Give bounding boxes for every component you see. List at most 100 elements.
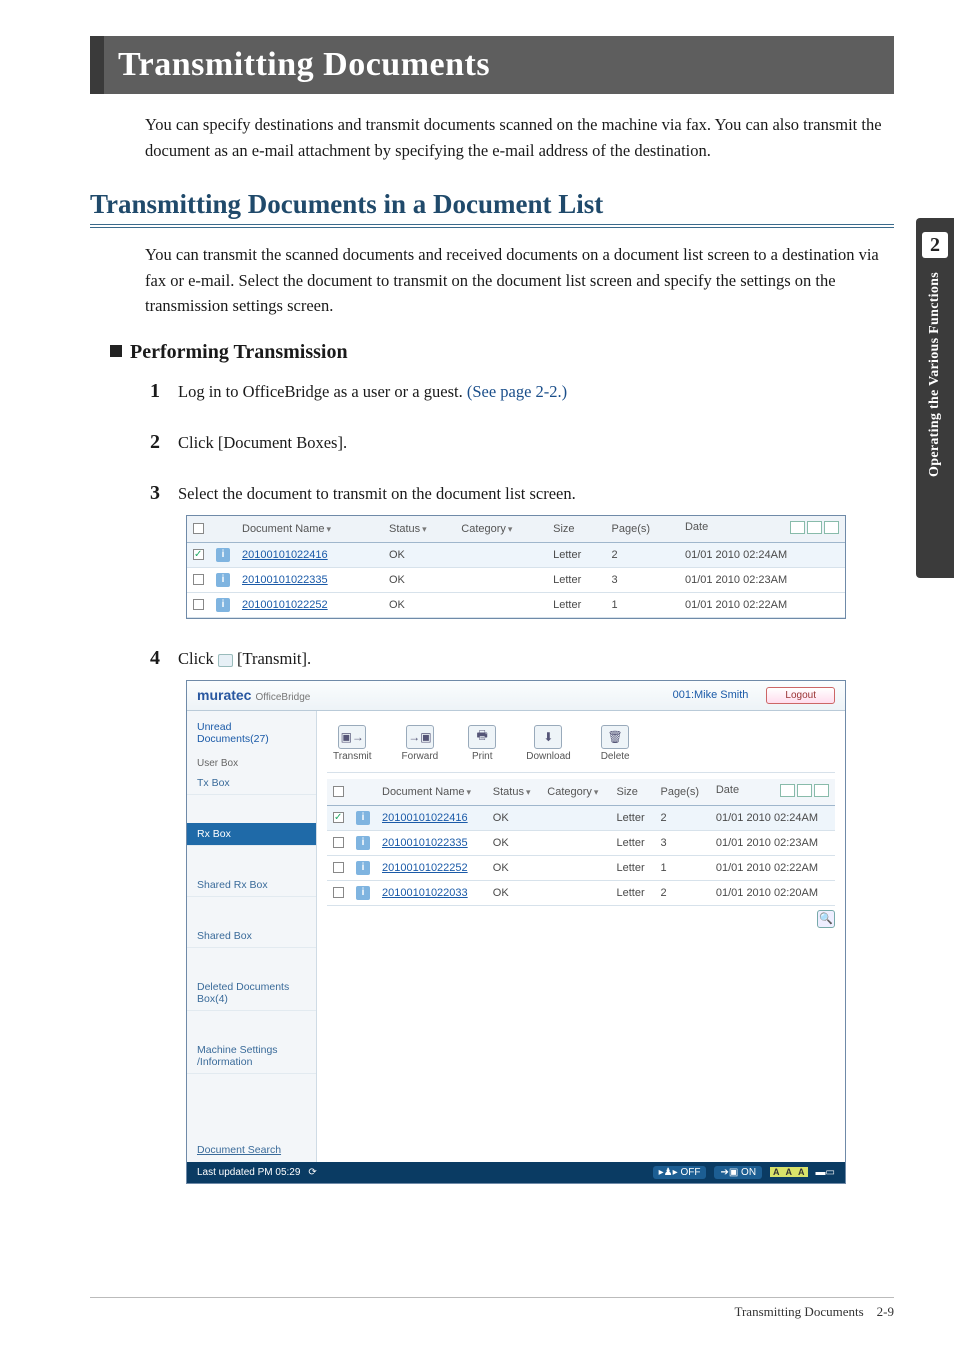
cell-pages: 1: [654, 855, 709, 880]
document-link[interactable]: 20100101022252: [242, 599, 328, 611]
document-link[interactable]: 20100101022416: [382, 812, 468, 824]
document-search-link[interactable]: Document Search: [187, 1144, 316, 1156]
ob-header: muratecOfficeBridge 001:Mike Smith Logou…: [187, 681, 845, 711]
cell-status: OK: [487, 805, 541, 830]
chapter-title-banner: Transmitting Documents: [90, 36, 894, 94]
sidebar-item[interactable]: Shared Box: [187, 925, 316, 948]
page-footer: Transmitting Documents 2-9: [90, 1297, 894, 1320]
status-off[interactable]: ▸♟▸ OFF: [653, 1166, 707, 1179]
step-3-text: Select the document to transmit on the d…: [178, 484, 576, 503]
view-mode-buttons[interactable]: [788, 521, 839, 537]
current-user[interactable]: 001:Mike Smith: [673, 689, 749, 701]
table-row[interactable]: i20100101022416OKLetter201/01 2010 02:24…: [187, 542, 845, 567]
text-size-buttons[interactable]: AAA: [770, 1167, 808, 1178]
table-row[interactable]: i20100101022335OKLetter301/01 2010 02:23…: [187, 567, 845, 592]
col-date[interactable]: Date: [710, 779, 835, 806]
chapter-number: 2: [922, 232, 948, 258]
cell-pages: 2: [654, 880, 709, 905]
select-all-checkbox[interactable]: [193, 523, 204, 534]
row-checkbox[interactable]: [193, 549, 204, 560]
zoom-button[interactable]: 🔍: [817, 910, 835, 928]
info-icon[interactable]: i: [216, 573, 230, 587]
refresh-icon[interactable]: ⟳: [308, 1167, 316, 1178]
cell-date: 01/01 2010 02:24AM: [710, 805, 835, 830]
col-document-name[interactable]: Document Name▾: [236, 516, 383, 543]
row-checkbox[interactable]: [193, 574, 204, 585]
info-icon[interactable]: i: [216, 548, 230, 562]
userbox-label: User Box: [187, 751, 316, 772]
table-row[interactable]: i20100101022335OKLetter301/01 2010 02:23…: [327, 830, 835, 855]
sidebar-item[interactable]: Rx Box: [187, 823, 316, 846]
document-link[interactable]: 20100101022335: [242, 574, 328, 586]
unread-documents-link[interactable]: Unread Documents(27): [187, 721, 316, 751]
info-icon[interactable]: i: [356, 836, 370, 850]
info-icon[interactable]: i: [216, 598, 230, 612]
row-checkbox[interactable]: [333, 887, 344, 898]
select-all-checkbox[interactable]: [333, 786, 344, 797]
volume-icon[interactable]: ▬▭: [816, 1167, 835, 1178]
cell-size: Letter: [611, 855, 655, 880]
table-row[interactable]: i20100101022033OKLetter201/01 2010 02:20…: [327, 880, 835, 905]
document-link[interactable]: 20100101022416: [242, 549, 328, 561]
table-row[interactable]: i20100101022252OKLetter101/01 2010 02:22…: [327, 855, 835, 880]
cell-size: Letter: [547, 567, 605, 592]
cell-category: [455, 567, 547, 592]
ob-footer: Last updated PM 05:29 ⟳ ▸♟▸ OFF ➔▣ ON AA…: [187, 1162, 845, 1183]
subsection-heading: Performing Transmission: [110, 341, 894, 364]
transmit-button[interactable]: ▣→Transmit: [333, 725, 372, 762]
sidebar-item[interactable]: Machine Settings /Information: [187, 1039, 316, 1074]
ob-toolbar: ▣→Transmit →▣ Forward 🖶Print ⬇Download 🗑Delet…: [327, 719, 835, 773]
cell-size: Letter: [547, 542, 605, 567]
cell-pages: 2: [606, 542, 679, 567]
row-checkbox[interactable]: [333, 812, 344, 823]
table-header-row: Document Name▾ Status▾ Category▾ Size Pa…: [187, 516, 845, 543]
col-pages[interactable]: Page(s): [654, 779, 709, 806]
col-category[interactable]: Category▾: [455, 516, 547, 543]
col-date[interactable]: Date: [679, 516, 845, 543]
step-4: 4 Click [Transmit]. muratecOfficeBridge …: [150, 647, 894, 1184]
tool-label: Forward: [402, 751, 439, 762]
info-icon[interactable]: i: [356, 861, 370, 875]
tool-label: Download: [526, 751, 570, 762]
sidebar-item[interactable]: Deleted Documents Box(4): [187, 976, 316, 1011]
print-button[interactable]: 🖶Print: [468, 725, 496, 762]
row-checkbox[interactable]: [333, 837, 344, 848]
info-icon[interactable]: i: [356, 886, 370, 900]
table-header-row: Document Name▾ Status▾ Category▾ Size Pa…: [327, 779, 835, 806]
sidebar-item[interactable]: Shared Rx Box: [187, 874, 316, 897]
col-status[interactable]: Status▾: [487, 779, 541, 806]
download-button[interactable]: ⬇Download: [526, 725, 570, 762]
col-document-name[interactable]: Document Name▾: [376, 779, 487, 806]
forward-icon: →▣: [406, 725, 434, 749]
sidebar-item[interactable]: Tx Box: [187, 772, 316, 795]
cell-category: [541, 880, 610, 905]
forward-button[interactable]: →▣ Forward: [402, 725, 439, 762]
document-link[interactable]: 20100101022033: [382, 887, 468, 899]
delete-button[interactable]: 🗑Delete: [601, 725, 630, 762]
chapter-title: Transmitting Documents: [118, 46, 874, 84]
cell-category: [455, 592, 547, 617]
row-checkbox[interactable]: [333, 862, 344, 873]
status-on[interactable]: ➔▣ ON: [714, 1166, 762, 1179]
col-size[interactable]: Size: [611, 779, 655, 806]
col-status[interactable]: Status▾: [383, 516, 455, 543]
delete-icon: 🗑: [601, 725, 629, 749]
step-2-text: Click [Document Boxes].: [178, 433, 347, 452]
step-1-link[interactable]: (See page 2-2.): [467, 382, 567, 401]
cell-pages: 3: [654, 830, 709, 855]
logout-button[interactable]: Logout: [766, 687, 835, 704]
row-checkbox[interactable]: [193, 599, 204, 610]
col-category[interactable]: Category▾: [541, 779, 610, 806]
view-mode-buttons[interactable]: [778, 784, 829, 800]
table-row[interactable]: i20100101022252OKLetter101/01 2010 02:22…: [187, 592, 845, 617]
document-link[interactable]: 20100101022335: [382, 837, 468, 849]
table-row[interactable]: i20100101022416OKLetter201/01 2010 02:24…: [327, 805, 835, 830]
cell-status: OK: [487, 830, 541, 855]
cell-date: 01/01 2010 02:22AM: [710, 855, 835, 880]
ob-sidebar: Unread Documents(27) User Box Tx Box Rx B…: [187, 711, 317, 1162]
col-size[interactable]: Size: [547, 516, 605, 543]
cell-category: [541, 805, 610, 830]
document-link[interactable]: 20100101022252: [382, 862, 468, 874]
col-pages[interactable]: Page(s): [606, 516, 679, 543]
info-icon[interactable]: i: [356, 811, 370, 825]
